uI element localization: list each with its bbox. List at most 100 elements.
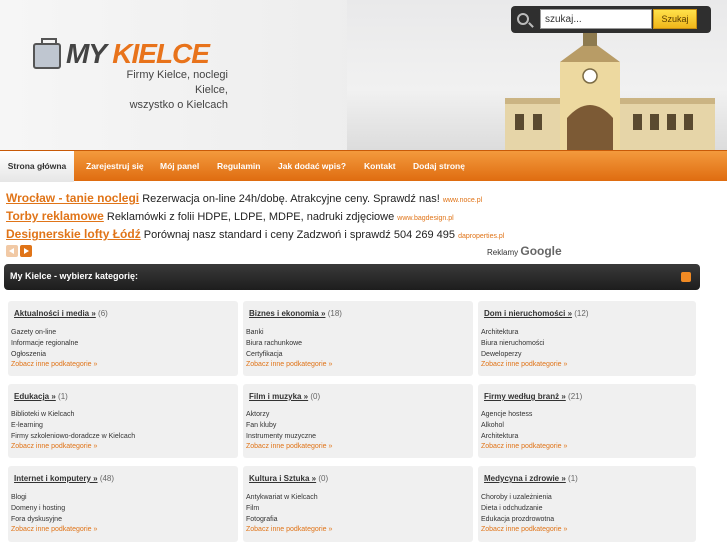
nav-how-to-add[interactable]: Jak dodać wpis? [278, 151, 346, 182]
site-tagline: Firmy Kielce, noclegi Kielce, wszystko o… [96, 68, 228, 113]
category-box: Biznes i ekonomia » (18) Banki Biura rac… [243, 301, 473, 376]
subcategory-link[interactable]: E-learning [11, 422, 43, 429]
subcategory-link[interactable]: Agencje hostess [481, 411, 532, 418]
more-subcategories-link[interactable]: Zobacz inne podkategorie » [11, 443, 97, 450]
ad-prev-arrow-icon[interactable] [6, 245, 18, 257]
subcategory-link[interactable]: Fan kluby [246, 422, 276, 429]
ad-title-link[interactable]: Torby reklamowe [6, 209, 104, 223]
subcategory-link[interactable]: Dieta i odchudzanie [481, 505, 543, 512]
category-link[interactable]: Dom i nieruchomości » [484, 309, 572, 318]
subcategory-link[interactable]: Domeny i hosting [11, 505, 65, 512]
ad-next-arrow-icon[interactable] [20, 245, 32, 257]
main-nav: Strona główna Zarejestruj się Mój panel … [0, 150, 727, 182]
nav-rules[interactable]: Regulamin [217, 151, 260, 182]
subcategory-link[interactable]: Architektura [481, 329, 518, 336]
subcategory-link[interactable]: Aktorzy [246, 411, 269, 418]
subcategory-link[interactable]: Certyfikacja [246, 351, 283, 358]
subcategory-link[interactable]: Gazety on-line [11, 329, 56, 336]
subcategory-link[interactable]: Biura rachunkowe [246, 340, 302, 347]
ad-description: Rezerwacja on-line 24h/dobę. Atrakcyjne … [142, 193, 440, 205]
category-heading: Edukacja » (1) [14, 392, 68, 401]
subcategory-link[interactable]: Biblioteki w Kielcach [11, 411, 74, 418]
subcategory-link[interactable]: Edukacja prozdrowotna [481, 516, 554, 523]
subcategory-link[interactable]: Fotografia [246, 516, 278, 523]
more-subcategories-link[interactable]: Zobacz inne podkategorie » [11, 361, 97, 368]
category-heading: Film i muzyka » (0) [249, 392, 320, 401]
category-link[interactable]: Firmy według branż » [484, 392, 566, 401]
subcategory-link[interactable]: Biura nieruchomości [481, 340, 544, 347]
category-box: Firmy według branż » (21) Agencje hostes… [478, 384, 696, 458]
category-heading: Medycyna i zdrowie » (1) [484, 474, 578, 483]
category-heading: Aktualności i media » (6) [14, 309, 108, 318]
category-box: Film i muzyka » (0) Aktorzy Fan kluby In… [243, 384, 473, 458]
subcategory-link[interactable]: Ogłoszenia [11, 351, 46, 358]
ad-description: Porównaj nasz standard i ceny Zadzwoń i … [143, 229, 456, 241]
category-box: Medycyna i zdrowie » (1) Choroby i uzale… [478, 466, 696, 542]
more-subcategories-link[interactable]: Zobacz inne podkategorie » [246, 443, 332, 450]
ad-row: Wrocław - tanie noclegi Rezerwacja on-li… [6, 191, 482, 205]
subcategory-link[interactable]: Choroby i uzależnienia [481, 494, 552, 501]
ad-url-link[interactable]: www.noce.pl [443, 197, 482, 204]
subcategory-link[interactable]: Instrumenty muzyczne [246, 433, 316, 440]
ads-label: Reklamy [487, 248, 519, 257]
tagline-line-2: wszystko o Kielcach [129, 99, 228, 111]
category-box: Edukacja » (1) Biblioteki w Kielcach E-l… [8, 384, 238, 458]
category-link[interactable]: Kultura i Sztuka » [249, 474, 316, 483]
subcategory-link[interactable]: Informacje regionalne [11, 340, 78, 347]
subcategory-link[interactable]: Deweloperzy [481, 351, 521, 358]
more-subcategories-link[interactable]: Zobacz inne podkategorie » [11, 526, 97, 533]
nav-my-panel[interactable]: Mój panel [160, 151, 199, 182]
category-link[interactable]: Internet i komputery » [14, 474, 98, 483]
category-link[interactable]: Film i muzyka » [249, 392, 308, 401]
category-box: Kultura i Sztuka » (0) Antykwariat w Kie… [243, 466, 473, 542]
tagline-line-1: Firmy Kielce, noclegi Kielce, [126, 69, 228, 96]
more-subcategories-link[interactable]: Zobacz inne podkategorie » [246, 526, 332, 533]
search-input[interactable] [540, 9, 652, 29]
subcategory-link[interactable]: Firmy szkoleniowo-doradcze w Kielcach [11, 433, 135, 440]
rss-icon[interactable] [681, 272, 691, 282]
nav-contact[interactable]: Kontakt [364, 151, 396, 182]
subcategory-link[interactable]: Film [246, 505, 259, 512]
ad-url-link[interactable]: www.bagdesign.pl [397, 215, 453, 222]
search-button[interactable]: Szukaj [653, 9, 697, 29]
ad-title-link[interactable]: Designerskie lofty Łódź [6, 227, 141, 241]
more-subcategories-link[interactable]: Zobacz inne podkategorie » [481, 361, 567, 368]
ad-title-link[interactable]: Wrocław - tanie noclegi [6, 191, 139, 205]
category-heading: Internet i komputery » (48) [14, 474, 114, 483]
category-heading: Dom i nieruchomości » (12) [484, 309, 589, 318]
category-box: Dom i nieruchomości » (12) Architektura … [478, 301, 696, 376]
site-header: MY KIELCE Firmy Kielce, noclegi Kielce, … [0, 0, 727, 150]
subcategory-link[interactable]: Alkohol [481, 422, 504, 429]
more-subcategories-link[interactable]: Zobacz inne podkategorie » [481, 526, 567, 533]
google-logo: Google [520, 244, 562, 258]
category-count: (21) [568, 392, 583, 401]
subcategory-link[interactable]: Blogi [11, 494, 27, 501]
category-count: (18) [327, 309, 342, 318]
category-heading: Firmy według branż » (21) [484, 392, 582, 401]
category-count: (6) [98, 309, 108, 318]
category-link[interactable]: Edukacja » [14, 392, 56, 401]
categories-title: My Kielce - wybierz kategorię: [10, 271, 139, 281]
more-subcategories-link[interactable]: Zobacz inne podkategorie » [481, 443, 567, 450]
category-count: (0) [310, 392, 321, 401]
town-hall-illustration [505, 32, 715, 150]
ad-row: Torby reklamowe Reklamówki z folii HDPE,… [6, 209, 454, 223]
ad-row: Designerskie lofty Łódź Porównaj nasz st… [6, 227, 504, 241]
category-link[interactable]: Biznes i ekonomia » [249, 309, 325, 318]
site-logo[interactable]: MY KIELCE [66, 38, 210, 70]
more-subcategories-link[interactable]: Zobacz inne podkategorie » [246, 361, 332, 368]
subcategory-link[interactable]: Fora dyskusyjne [11, 516, 62, 523]
category-link[interactable]: Medycyna i zdrowie » [484, 474, 566, 483]
subcategory-link[interactable]: Antykwariat w Kielcach [246, 494, 318, 501]
nav-add-site[interactable]: Dodaj stronę [413, 151, 465, 182]
ad-url-link[interactable]: daproperties.pl [458, 233, 504, 240]
briefcase-logo-icon [33, 38, 61, 69]
category-box: Aktualności i media » (6) Gazety on-line… [8, 301, 238, 376]
subcategory-link[interactable]: Architektura [481, 433, 518, 440]
ads-by-google[interactable]: Reklamy Google [487, 244, 562, 258]
subcategory-link[interactable]: Banki [246, 329, 264, 336]
nav-home[interactable]: Strona główna [0, 151, 74, 182]
search-icon [517, 13, 529, 25]
nav-register[interactable]: Zarejestruj się [86, 151, 144, 182]
category-link[interactable]: Aktualności i media » [14, 309, 96, 318]
